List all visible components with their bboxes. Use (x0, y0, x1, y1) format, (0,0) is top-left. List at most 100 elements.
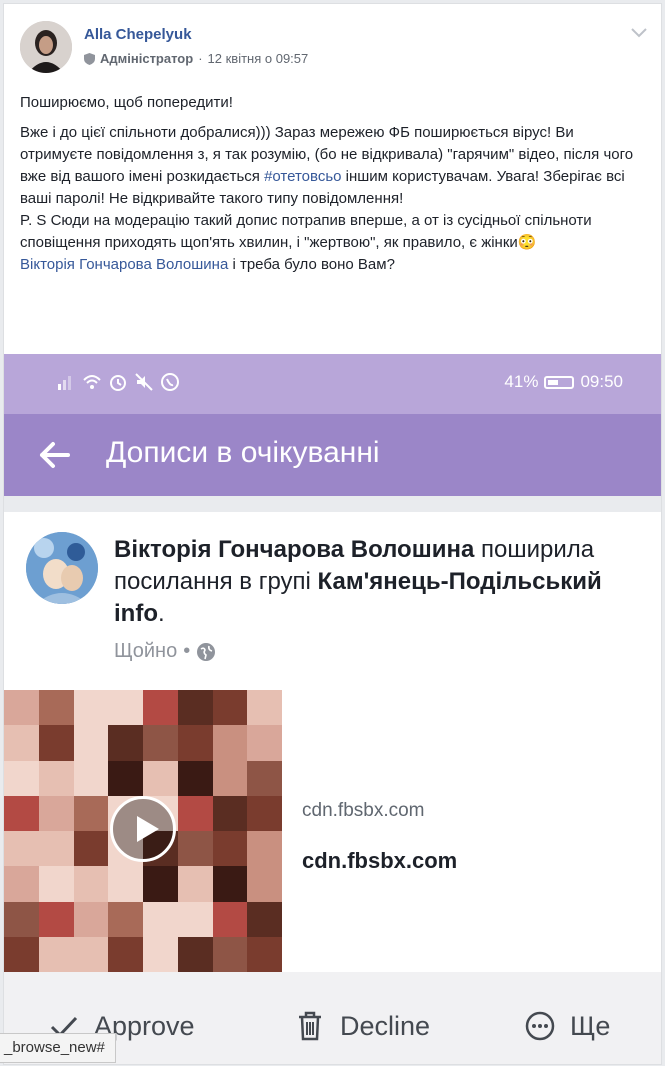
pixel-block (108, 936, 143, 972)
pixel-block (73, 866, 109, 902)
pixel-block (4, 901, 39, 937)
signal-icon (58, 376, 71, 390)
mention-link[interactable]: Вікторія Гончарова Волошина (20, 256, 228, 273)
pixel-block (4, 831, 39, 867)
pixel-block (38, 831, 74, 867)
viber-icon (161, 373, 179, 391)
pixel-block (247, 690, 282, 726)
pixel-block (73, 725, 109, 761)
pixel-block (247, 901, 282, 937)
pixel-block (73, 760, 109, 796)
pixel-block (177, 901, 213, 937)
decline-button[interactable]: Decline (294, 1010, 430, 1042)
pixel-block (212, 866, 248, 902)
poster-name[interactable]: Вікторія Гончарова Волошина (114, 536, 474, 563)
post-intro: Поширюємо, щоб попередити! (20, 94, 233, 111)
pixel-block (212, 725, 248, 761)
more-button[interactable]: Ще (524, 1010, 610, 1042)
pixel-block (4, 795, 39, 831)
pixel-block (177, 866, 213, 902)
pixel-block (108, 725, 143, 761)
chevron-down-icon[interactable] (631, 28, 647, 38)
post-time: Щойно (114, 640, 178, 662)
globe-icon (197, 642, 216, 661)
status-icons (56, 372, 180, 392)
pixel-block (143, 936, 178, 972)
battery-percent: 41% (504, 372, 539, 391)
pixel-block (247, 936, 282, 972)
author-avatar[interactable] (20, 21, 72, 73)
pixel-block (212, 936, 248, 972)
back-arrow-icon[interactable] (38, 438, 72, 472)
pixel-block (143, 725, 178, 761)
status-time: 09:50 (580, 372, 623, 391)
pixel-block (4, 866, 39, 902)
pixel-block (212, 690, 248, 726)
status-url-tooltip: _browse_new# (0, 1033, 116, 1063)
pixel-block (177, 725, 213, 761)
pixel-block (108, 901, 143, 937)
attached-screenshot[interactable]: 41% 09:50 Дописи в очікуванні Вікторія Г… (4, 354, 661, 1064)
pixel-block (143, 901, 178, 937)
status-right: 41% 09:50 (504, 372, 623, 392)
meta-dot: · (198, 51, 203, 66)
post-timestamp[interactable]: 12 квітня о 09:57 (208, 51, 309, 66)
pixel-block (177, 795, 213, 831)
pixel-block (38, 866, 74, 902)
decline-label: Decline (340, 1010, 431, 1041)
phone-status-bar: 41% 09:50 (4, 354, 661, 414)
pixel-block (38, 795, 74, 831)
pixel-block (177, 831, 213, 867)
author-role: Адміністратор (100, 51, 194, 66)
pixel-block (212, 901, 248, 937)
pending-post-card: Вікторія Гончарова Волошина поширила пос… (4, 512, 661, 972)
poster-avatar[interactable] (26, 532, 98, 604)
pixel-block (38, 760, 74, 796)
pixel-block (73, 936, 109, 972)
post-body: Вже і до цієї спільноти добралися))) Зар… (20, 122, 650, 210)
pixel-block (247, 725, 282, 761)
post-text: Поширюємо, щоб попередити! Вже і до цієї… (20, 92, 650, 276)
pixel-block (4, 725, 39, 761)
pixel-block (73, 690, 109, 726)
video-thumbnail[interactable] (4, 690, 282, 972)
pixel-block (177, 760, 213, 796)
pixel-block (247, 866, 282, 902)
pending-post-header: Вікторія Гончарова Волошина поширила пос… (114, 534, 634, 630)
pixel-block (177, 690, 213, 726)
pixel-block (143, 866, 178, 902)
play-icon[interactable] (110, 796, 176, 862)
hashtag-link[interactable]: #отетовсьо (264, 168, 341, 185)
wifi-icon (83, 375, 101, 389)
pixel-block (4, 760, 39, 796)
author-name[interactable]: Alla Chepelyuk (84, 26, 192, 43)
pixel-block (73, 901, 109, 937)
link-domain[interactable]: cdn.fbsbx.com (302, 800, 425, 822)
post-mention-line: Вікторія Гончарова Волошина і треба було… (20, 254, 650, 276)
pixel-block (247, 831, 282, 867)
pixel-block (143, 690, 178, 726)
app-toolbar: Дописи в очікуванні (4, 414, 661, 496)
toolbar-title: Дописи в очікуванні (106, 436, 380, 469)
mute-icon (135, 373, 153, 391)
pixel-block (38, 690, 74, 726)
link-title[interactable]: cdn.fbsbx.com (302, 848, 457, 874)
pixel-block (73, 831, 109, 867)
pixel-block (247, 795, 282, 831)
pixel-block (38, 725, 74, 761)
post-ps: P. S Сюди на модерацію такий допис потра… (20, 212, 592, 251)
pixel-block (4, 936, 39, 972)
pending-post-meta: Щойно • (114, 640, 216, 663)
pixel-block (177, 936, 213, 972)
pixel-block (38, 901, 74, 937)
pixel-block (247, 760, 282, 796)
pixel-block (212, 795, 248, 831)
post-meta: Адміністратор · 12 квітня о 09:57 (84, 51, 308, 66)
pixel-block (212, 831, 248, 867)
post-card: Alla Chepelyuk Адміністратор · 12 квітня… (3, 3, 662, 1065)
pixel-block (73, 795, 109, 831)
alarm-icon (110, 375, 126, 391)
pixel-block (4, 690, 39, 726)
trash-icon (299, 1011, 321, 1041)
pixel-block (38, 936, 74, 972)
